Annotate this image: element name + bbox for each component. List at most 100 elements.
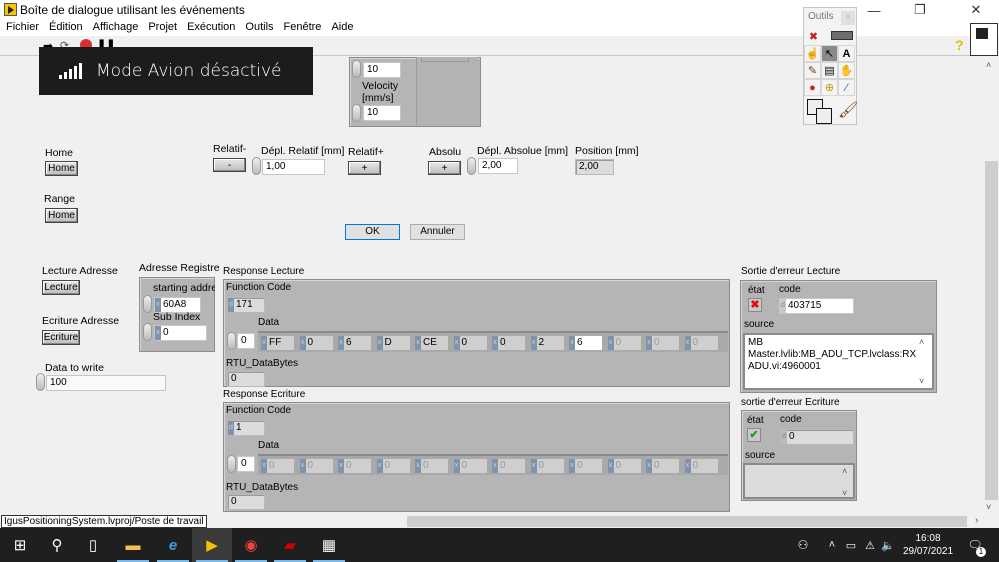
menu-edition[interactable]: Édition: [45, 20, 87, 36]
home-button[interactable]: Home: [45, 161, 78, 176]
clock[interactable]: 16:08 29/07/2021: [898, 532, 958, 558]
task-view-icon[interactable]: ▯: [73, 528, 113, 562]
field1-spinner[interactable]: [352, 60, 361, 78]
depl-absolue-spinner[interactable]: [467, 157, 476, 175]
start-button[interactable]: ⊞: [0, 528, 40, 562]
starting-address-input[interactable]: 60A8: [163, 299, 186, 310]
calculator-icon[interactable]: ▦: [309, 528, 349, 562]
data-to-write-label: Data to write: [45, 362, 104, 374]
range-home-button[interactable]: Home: [45, 208, 78, 223]
ee-scroll-down[interactable]: ˅: [842, 488, 847, 498]
ee-source-text: [743, 463, 855, 499]
hex-radix-icon: x: [684, 336, 691, 350]
rl-data-cell: x0: [492, 335, 526, 351]
hex-radix-icon: x: [299, 459, 306, 473]
shortcut-menu-tool-icon[interactable]: ▤: [821, 62, 838, 79]
rl-data-cell: xD: [376, 335, 411, 351]
re-data-value: 0: [615, 460, 622, 471]
re-index-spinner[interactable]: [227, 455, 236, 473]
menu-projet[interactable]: Projet: [144, 20, 181, 36]
cancel-button[interactable]: Annuler: [410, 224, 465, 240]
vertical-scroll-thumb[interactable]: [985, 161, 998, 500]
clock-time: 16:08: [915, 533, 941, 544]
field1-input[interactable]: 10: [363, 62, 401, 78]
vi-icon[interactable]: [970, 23, 998, 56]
search-icon[interactable]: ⚲: [37, 528, 77, 562]
depl-absolue-input[interactable]: 2,00: [478, 158, 518, 174]
relatif-minus-label: Relatif-: [213, 143, 247, 155]
position-tool-icon[interactable]: ↖: [821, 45, 838, 62]
text-tool-icon[interactable]: A: [838, 45, 855, 62]
labview-taskbar-icon[interactable]: ▶: [192, 528, 232, 562]
tools-palette-close[interactable]: ×: [841, 11, 855, 25]
lecture-button[interactable]: Lecture: [42, 280, 80, 295]
people-icon[interactable]: ⚇: [788, 528, 818, 562]
scroll-up-arrow[interactable]: ˄: [986, 60, 991, 70]
acrobat-icon[interactable]: ▰: [270, 528, 310, 562]
sub-index-input[interactable]: 0: [163, 327, 169, 338]
color-tool-icon[interactable]: 🖌: [838, 100, 858, 120]
chrome-icon[interactable]: ◉: [231, 528, 271, 562]
wiring-tool-icon[interactable]: ✎: [804, 62, 821, 79]
re-data-cell: x0: [492, 458, 526, 474]
scroll-right-arrow[interactable]: ›: [975, 515, 978, 526]
depl-relatif-spinner[interactable]: [252, 157, 261, 175]
network-warning-icon[interactable]: ⚠: [861, 528, 879, 562]
notification-center-icon[interactable]: 🗨 1: [962, 528, 988, 562]
sub-index-spinner[interactable]: [143, 323, 152, 341]
ee-etat-label: état: [747, 415, 764, 426]
menu-fichier[interactable]: Fichier: [2, 20, 43, 36]
rl-index-spinner[interactable]: [227, 332, 236, 350]
operate-tool-icon[interactable]: ☝: [804, 45, 821, 62]
velocity-spinner[interactable]: [352, 104, 361, 122]
color-copy-tool-icon[interactable]: ⁄: [838, 79, 855, 96]
menu-affichage[interactable]: Affichage: [89, 20, 143, 36]
internet-explorer-icon[interactable]: e: [153, 528, 193, 562]
re-function-code-value: 1: [236, 422, 242, 433]
el-scroll-up[interactable]: ˄: [919, 337, 924, 347]
menu-execution[interactable]: Exécution: [183, 20, 239, 36]
volume-icon[interactable]: 🔈: [879, 528, 897, 562]
absolu-button[interactable]: +: [428, 161, 461, 175]
file-explorer-icon[interactable]: ▬: [113, 528, 153, 562]
battery-icon[interactable]: ▭: [842, 528, 860, 562]
data-to-write-spinner[interactable]: [36, 373, 45, 391]
ecriture-button[interactable]: Ecriture: [42, 330, 80, 345]
rl-index-input[interactable]: 0: [237, 333, 255, 349]
breakpoint-tool-icon[interactable]: ●: [804, 79, 821, 96]
hex-radix-icon: x: [261, 336, 267, 350]
re-index-input[interactable]: 0: [237, 456, 255, 472]
maximize-button[interactable]: ❐: [897, 0, 943, 20]
probe-tool-icon[interactable]: ⊕: [821, 79, 838, 96]
show-hidden-icons[interactable]: ˄: [822, 528, 842, 562]
help-icon[interactable]: ?: [955, 37, 964, 53]
menu-fenetre[interactable]: Fenêtre: [280, 20, 326, 36]
depl-relatif-input[interactable]: 1,00: [262, 159, 325, 175]
relatif-minus-button[interactable]: -: [213, 158, 246, 172]
data-to-write-input[interactable]: 100: [46, 375, 166, 391]
horizontal-scroll-thumb[interactable]: [407, 516, 967, 527]
ok-button[interactable]: OK: [345, 224, 400, 240]
menu-aide[interactable]: Aide: [327, 20, 357, 36]
re-data-value: 0: [577, 460, 583, 471]
el-scroll-down[interactable]: ˅: [919, 376, 924, 386]
auto-select-toggle[interactable]: [831, 31, 853, 40]
decimal-radix-icon: d: [228, 298, 234, 312]
menu-outils[interactable]: Outils: [241, 20, 277, 36]
background-color-swatch[interactable]: [816, 108, 832, 124]
velocity-input[interactable]: 10: [363, 105, 401, 121]
project-status[interactable]: IgusPositioningSystem.lvproj/Poste de tr…: [1, 515, 207, 528]
starting-address-spinner[interactable]: [143, 295, 152, 313]
re-data-value: 0: [423, 460, 429, 471]
hex-radix-icon: x: [415, 459, 421, 473]
auto-tool-icon[interactable]: ✖: [805, 28, 822, 45]
relatif-plus-button[interactable]: +: [348, 161, 381, 175]
ee-scroll-up[interactable]: ˄: [842, 466, 847, 476]
el-source-text: MB Master.lvlib:MB_ADU_TCP.lvclass:RX AD…: [743, 333, 934, 390]
close-button[interactable]: ✕: [953, 0, 999, 20]
minimize-button[interactable]: —: [851, 0, 897, 20]
rl-data-value: 0: [500, 337, 506, 348]
rl-rtu-value: 0: [227, 371, 265, 387]
scroll-down-arrow[interactable]: ˅: [986, 502, 991, 512]
scroll-tool-icon[interactable]: ✋: [838, 62, 855, 79]
